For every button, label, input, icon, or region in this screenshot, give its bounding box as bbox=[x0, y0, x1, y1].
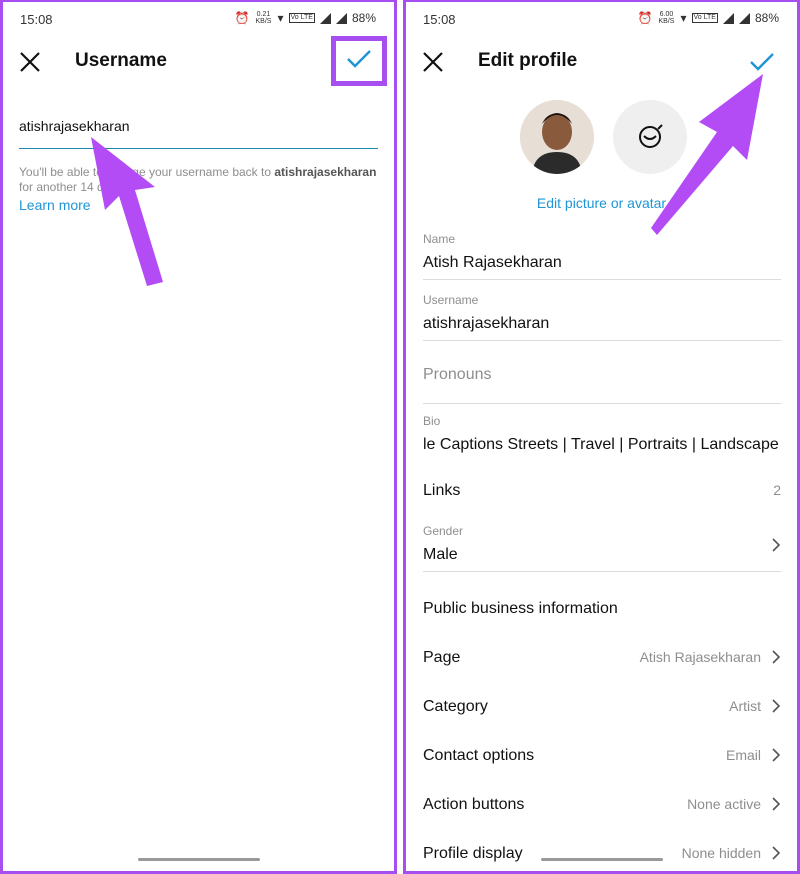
chevron-right-icon bbox=[772, 650, 781, 664]
bio-label: Bio bbox=[423, 414, 441, 428]
status-icons: ⏰ 0.21 KB/S ▾ Vo LTE 88% bbox=[235, 11, 376, 25]
category-label: Category bbox=[423, 698, 488, 715]
confirm-button[interactable] bbox=[331, 36, 387, 86]
chevron-right-icon bbox=[772, 797, 781, 811]
wifi-icon: ▾ bbox=[680, 11, 687, 25]
page-value: Atish Rajasekharan bbox=[639, 649, 761, 665]
close-icon[interactable] bbox=[420, 49, 446, 75]
gender-value[interactable]: Male bbox=[423, 546, 781, 564]
links-count: 2 bbox=[773, 482, 781, 498]
chevron-right-icon bbox=[772, 699, 781, 713]
page-row[interactable]: Page Atish Rajasekharan bbox=[423, 649, 781, 671]
alarm-icon: ⏰ bbox=[234, 11, 250, 25]
gender-field[interactable]: Gender Male bbox=[423, 524, 781, 572]
profile-picture[interactable] bbox=[520, 100, 594, 174]
profile-display-label: Profile display bbox=[423, 845, 523, 862]
alarm-icon: ⏰ bbox=[637, 11, 653, 25]
username-label: Username bbox=[423, 293, 479, 307]
chevron-right-icon bbox=[772, 538, 781, 552]
network-speed: 0.21 KB/S bbox=[255, 11, 272, 25]
volte-icon: Vo LTE bbox=[288, 13, 315, 23]
business-info-title: Public business information bbox=[423, 600, 618, 617]
profile-photo-icon bbox=[520, 100, 594, 174]
input-underline bbox=[19, 148, 378, 149]
status-icons: ⏰ 6.00 KB/S ▾ Vo LTE 88% bbox=[638, 11, 779, 25]
volte-icon: Vo LTE bbox=[691, 13, 718, 23]
checkmark-icon[interactable] bbox=[749, 52, 775, 72]
profile-display-row[interactable]: Profile display None hidden bbox=[423, 845, 781, 867]
top-bar: Edit profile bbox=[406, 42, 797, 82]
signal-icon bbox=[722, 12, 734, 24]
contact-options-label: Contact options bbox=[423, 747, 535, 764]
chevron-right-icon bbox=[772, 846, 781, 860]
wifi-icon: ▾ bbox=[277, 11, 284, 25]
battery-level: 88% bbox=[351, 11, 376, 25]
divider bbox=[423, 279, 781, 280]
profile-display-value: None hidden bbox=[681, 845, 761, 861]
name-value[interactable]: Atish Rajasekharan bbox=[423, 254, 781, 272]
category-row[interactable]: Category Artist bbox=[423, 698, 781, 720]
status-time: 15:08 bbox=[423, 12, 456, 27]
annotation-arrow bbox=[91, 137, 163, 286]
signal-icon-2 bbox=[335, 12, 347, 24]
checkmark-icon bbox=[347, 50, 371, 68]
page-title: Edit profile bbox=[478, 50, 578, 71]
links-row[interactable]: Links 2 bbox=[423, 482, 781, 504]
battery-level: 88% bbox=[754, 11, 779, 25]
learn-more-link[interactable]: Learn more bbox=[19, 197, 91, 213]
edit-profile-screen: 15:08 ⏰ 6.00 KB/S ▾ Vo LTE 88% Edit prof… bbox=[403, 0, 800, 874]
divider bbox=[423, 403, 781, 404]
home-indicator bbox=[540, 858, 663, 861]
edit-picture-link[interactable]: Edit picture or avatar bbox=[406, 195, 797, 211]
signal-icon bbox=[319, 12, 331, 24]
status-time: 15:08 bbox=[20, 12, 53, 27]
help-username: atishrajasekharan bbox=[274, 165, 377, 179]
home-indicator bbox=[137, 858, 260, 861]
category-value: Artist bbox=[729, 698, 761, 714]
network-speed: 6.00 KB/S bbox=[658, 11, 675, 25]
avatar-option[interactable] bbox=[613, 100, 687, 174]
status-bar: 15:08 ⏰ 0.21 KB/S ▾ Vo LTE 88% bbox=[3, 11, 394, 29]
username-field[interactable]: Username atishrajasekharan bbox=[423, 293, 781, 341]
username-value[interactable]: atishrajasekharan bbox=[423, 315, 781, 333]
name-label: Name bbox=[423, 232, 456, 246]
contact-options-row[interactable]: Contact options Email bbox=[423, 747, 781, 769]
action-buttons-label: Action buttons bbox=[423, 796, 525, 813]
close-icon[interactable] bbox=[17, 49, 43, 75]
links-label: Links bbox=[423, 482, 461, 499]
username-input[interactable]: atishrajasekharan bbox=[19, 118, 130, 134]
contact-options-value: Email bbox=[725, 747, 761, 763]
help-prefix: You'll be able to change your username b… bbox=[19, 165, 275, 179]
divider bbox=[423, 571, 781, 572]
page-label: Page bbox=[423, 649, 461, 666]
pronouns-field[interactable]: Pronouns bbox=[423, 366, 781, 404]
gender-label: Gender bbox=[423, 524, 464, 538]
page-title: Username bbox=[75, 50, 167, 71]
bio-value[interactable]: le Captions Streets | Travel | Portraits… bbox=[423, 436, 781, 454]
signal-icon-2 bbox=[738, 12, 750, 24]
divider bbox=[423, 340, 781, 341]
help-suffix: for another 14 days. bbox=[19, 180, 126, 194]
status-bar: 15:08 ⏰ 6.00 KB/S ▾ Vo LTE 88% bbox=[406, 11, 797, 29]
action-buttons-row[interactable]: Action buttons None active bbox=[423, 796, 781, 818]
chevron-right-icon bbox=[772, 748, 781, 762]
pronouns-placeholder[interactable]: Pronouns bbox=[423, 366, 781, 384]
action-buttons-value: None active bbox=[687, 796, 761, 812]
bio-field[interactable]: Bio le Captions Streets | Travel | Portr… bbox=[423, 414, 781, 454]
avatar-icon bbox=[639, 124, 663, 148]
username-help-text: You'll be able to change your username b… bbox=[19, 165, 381, 195]
section-title: Public business information bbox=[423, 600, 781, 622]
username-screen: 15:08 ⏰ 0.21 KB/S ▾ Vo LTE 88% Username … bbox=[0, 0, 397, 874]
name-field[interactable]: Name Atish Rajasekharan bbox=[423, 232, 781, 280]
